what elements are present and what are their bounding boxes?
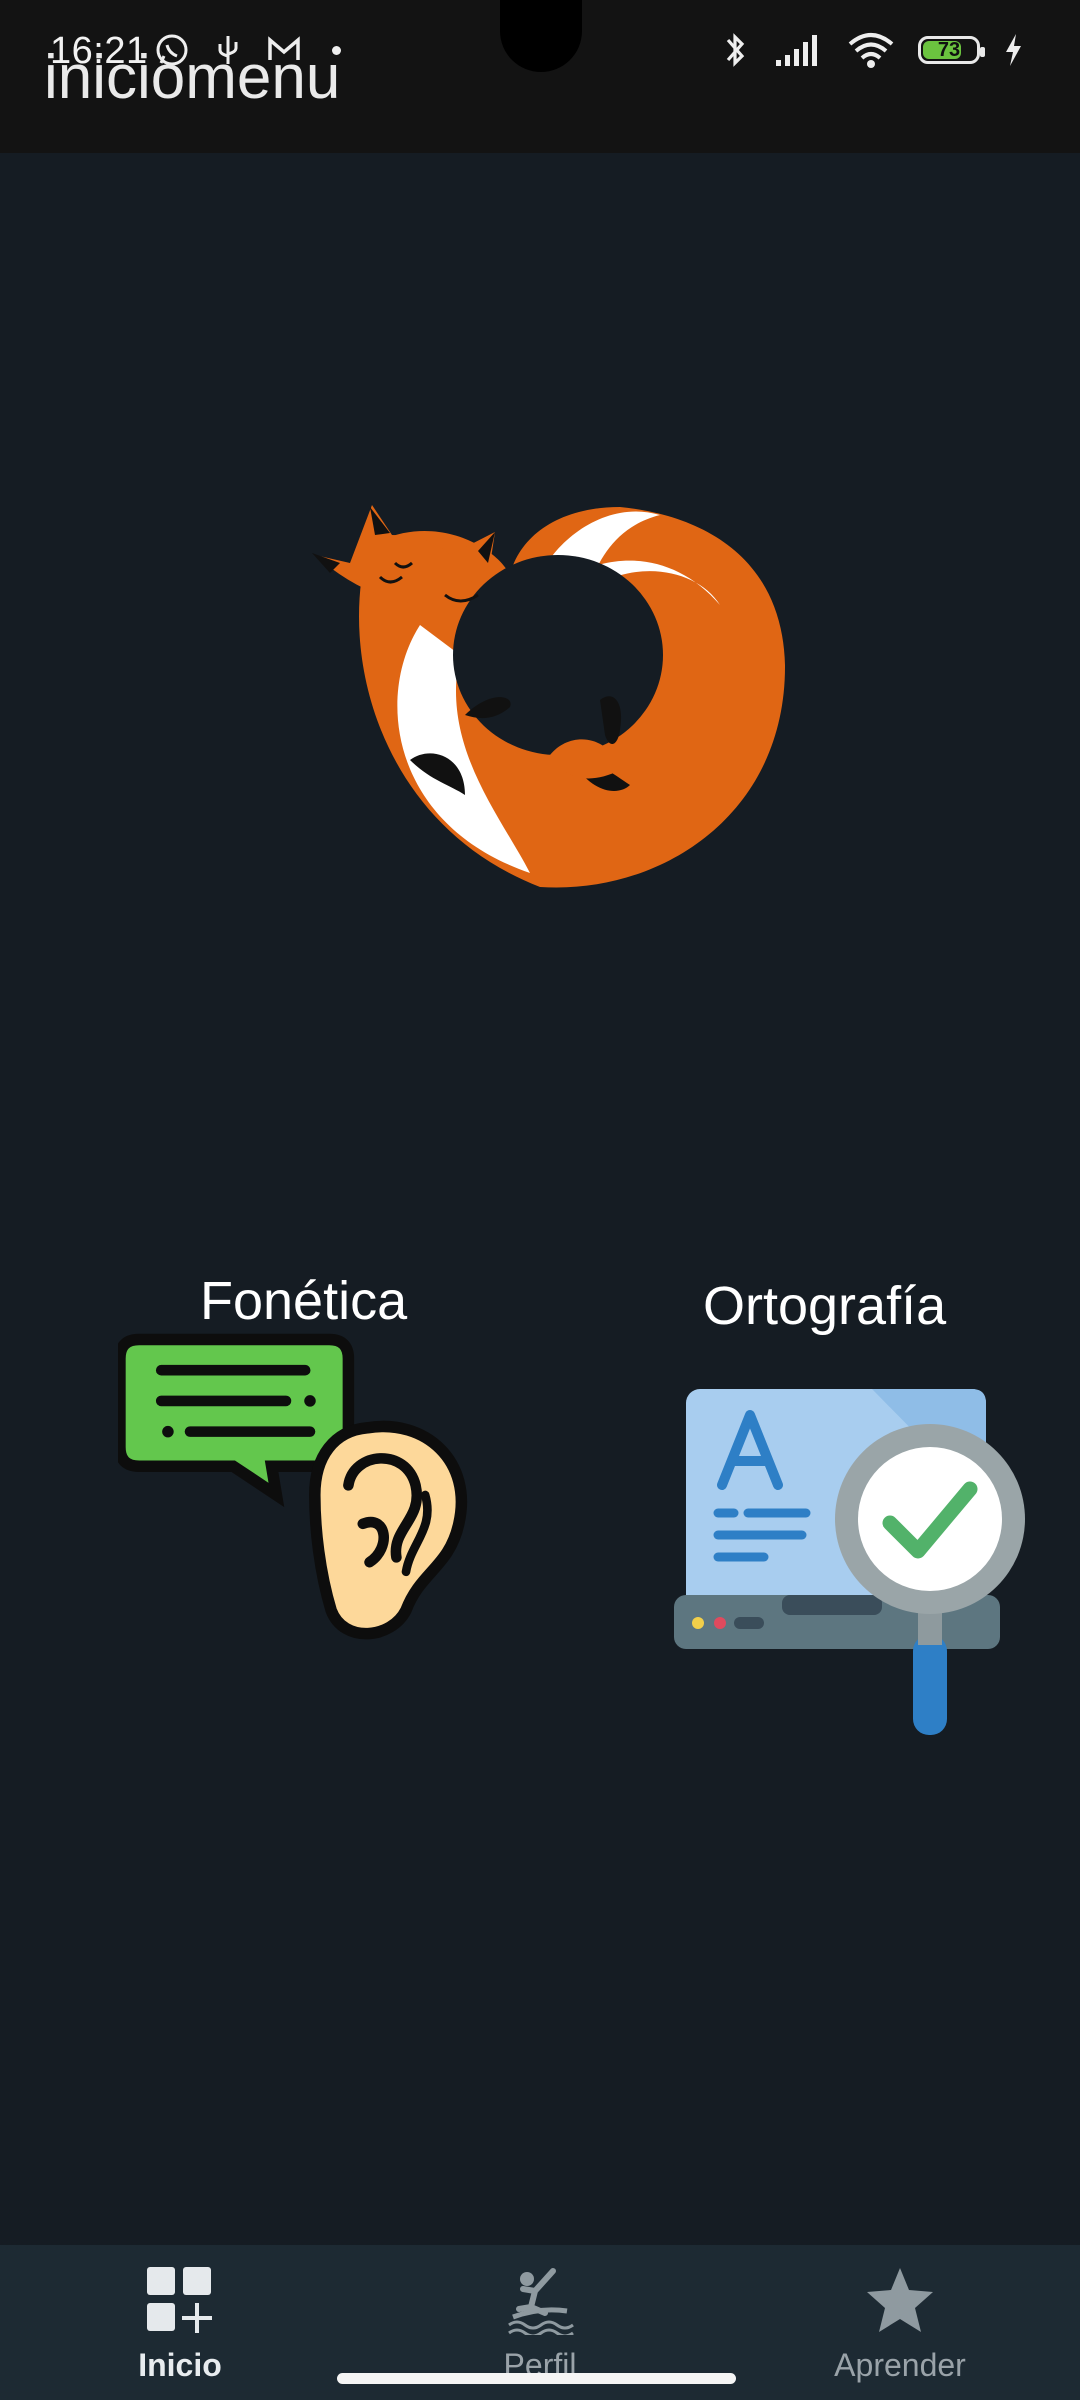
wifi-icon	[848, 33, 894, 68]
signal-icon	[776, 35, 817, 66]
nav-label-aprender: Aprender	[834, 2347, 966, 2383]
grid-add-icon	[147, 2267, 212, 2333]
fox-logo	[312, 505, 786, 888]
bluetooth-icon	[726, 33, 745, 67]
status-system-icons: 73	[718, 30, 1024, 70]
page-title: iniciomenu	[44, 43, 341, 112]
battery-cap	[980, 47, 985, 57]
nav-label-inicio: Inicio	[138, 2347, 222, 2383]
top-app-bar: 16:21 iniciomenu 73	[0, 0, 1080, 153]
card-fonetica[interactable]: Fonética	[110, 1270, 510, 1670]
surfer-icon	[508, 2268, 574, 2335]
app-screen: 16:21 iniciomenu 73 Fonética Ortografía …	[0, 0, 1080, 2400]
card-fonetica-label: Fonética	[200, 1271, 408, 1331]
charging-icon	[1006, 34, 1021, 66]
battery-icon: 73	[918, 36, 985, 64]
spellcheck-magnifier-icon	[674, 1389, 1025, 1735]
camera-notch	[500, 0, 582, 72]
home-indicator[interactable]	[337, 2373, 736, 2384]
card-ortografia-label: Ortografía	[703, 1276, 947, 1336]
speech-ear-icon	[118, 1333, 468, 1640]
nav-item-aprender[interactable]: Aprender	[720, 2245, 1080, 2400]
star-icon	[867, 2268, 933, 2332]
nav-item-inicio[interactable]: Inicio	[0, 2245, 360, 2400]
card-ortografia[interactable]: Ortografía	[660, 1275, 1060, 1755]
battery-level: 73	[937, 38, 961, 61]
